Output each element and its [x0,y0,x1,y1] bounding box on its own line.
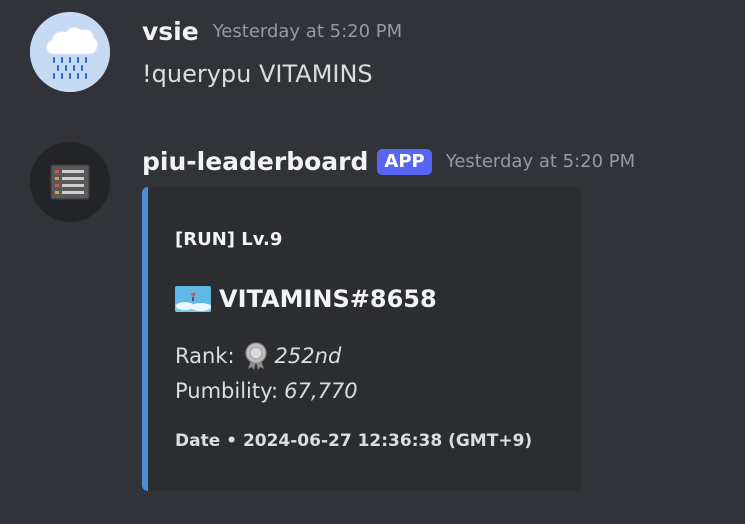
username[interactable]: piu-leaderboard [142,147,368,176]
user-avatar[interactable] [30,12,110,92]
message-content: !querypu VITAMINS [142,60,373,88]
username[interactable]: vsie [142,17,199,46]
embed-footer: Date • 2024-06-27 12:36:38 (GMT+9) [175,431,533,451]
message-item: vsie Yesterday at 5:20 PM !querypu VITAM… [0,0,745,120]
embed-title-text[interactable]: VITAMINS#8658 [219,285,437,313]
raincloud-icon [30,12,110,92]
bot-avatar[interactable] [30,142,110,222]
embed-title: VITAMINS#8658 [175,285,437,313]
chat-log: vsie Yesterday at 5:20 PM !querypu VITAM… [0,0,745,524]
medal-icon [243,342,269,370]
message-header: piu-leaderboard APP Yesterday at 5:20 PM [142,147,635,176]
ledger-icon [30,142,110,222]
app-badge: APP [377,148,432,175]
embed-card: [RUN] Lv.9 VITAMINS#8658 Rank: 252nd Pum… [142,187,582,491]
rank-label: Rank: [175,344,235,368]
message-timestamp[interactable]: Yesterday at 5:20 PM [213,21,402,42]
pumbility-field: Pumbility: 67,770 [175,379,358,403]
pumbility-label: Pumbility: [175,379,279,403]
landscape-thumbnail-icon [175,286,211,312]
rank-field: Rank: 252nd [175,342,341,370]
embed-author: [RUN] Lv.9 [175,229,283,250]
pumbility-value: 67,770 [284,379,358,403]
message-timestamp[interactable]: Yesterday at 5:20 PM [446,151,635,172]
rank-value: 252nd [274,344,342,368]
message-item: piu-leaderboard APP Yesterday at 5:20 PM… [0,130,745,520]
message-header: vsie Yesterday at 5:20 PM [142,17,402,46]
